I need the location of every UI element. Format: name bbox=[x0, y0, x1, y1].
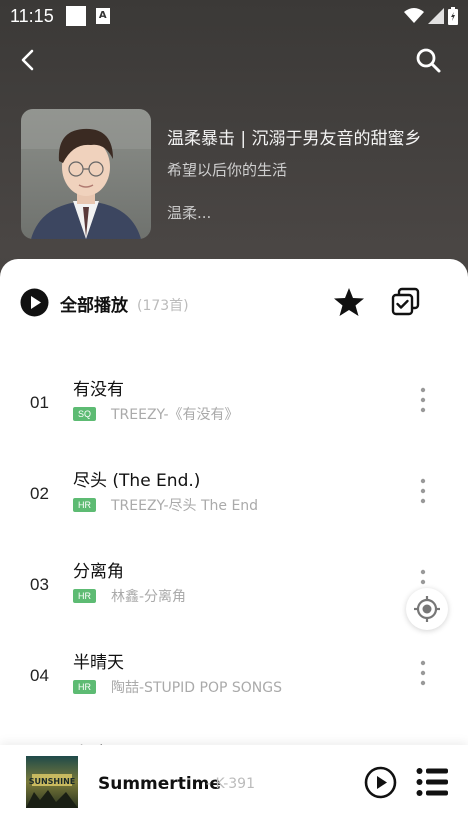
playlist-title: 温柔暴击 | 沉溺于男友音的甜蜜乡 bbox=[167, 129, 422, 149]
a-icon: A bbox=[95, 8, 110, 24]
player-song-title: Summertime bbox=[98, 774, 221, 794]
mini-player[interactable]: SUNSHINE Summertime - K-391 bbox=[0, 745, 468, 832]
battery-icon bbox=[448, 7, 458, 25]
quality-badge: HR bbox=[73, 498, 96, 512]
more-vertical-icon bbox=[420, 660, 426, 686]
search-icon bbox=[416, 48, 441, 73]
player-playlist-button[interactable] bbox=[416, 767, 449, 797]
song-artist: 林鑫-分离角 bbox=[111, 589, 187, 605]
play-icon bbox=[364, 766, 397, 799]
playlist-subtitle[interactable]: 希望以后你的生活 bbox=[167, 159, 457, 180]
play-all-label[interactable]: 全部播放 bbox=[60, 291, 128, 316]
more-vertical-icon bbox=[420, 387, 426, 413]
more-button[interactable] bbox=[413, 476, 433, 506]
song-artist: TREEZY-尽头 The End bbox=[111, 498, 259, 514]
cover-image bbox=[21, 109, 151, 239]
song-title: 半晴天 bbox=[73, 653, 124, 673]
song-number: 02 bbox=[30, 484, 49, 503]
song-number: 04 bbox=[30, 666, 49, 685]
player-cover-art: SUNSHINE bbox=[26, 756, 78, 808]
multiselect-icon bbox=[391, 287, 420, 316]
favorite-button[interactable] bbox=[333, 286, 365, 318]
song-artist: 陶喆-STUPID POP SONGS bbox=[111, 680, 283, 696]
song-count: (173首) bbox=[137, 298, 189, 314]
play-all-row: 全部播放 (173首) bbox=[0, 259, 468, 349]
quality-badge: HR bbox=[73, 680, 96, 694]
back-button[interactable] bbox=[14, 46, 42, 74]
playlist-cover[interactable] bbox=[21, 109, 151, 239]
player-play-button[interactable] bbox=[364, 766, 397, 799]
playlist-author[interactable]: 温柔... bbox=[167, 202, 457, 223]
song-row[interactable]: 03 分离角 HR 林鑫-分离角 bbox=[0, 531, 468, 622]
more-vertical-icon bbox=[420, 478, 426, 504]
square-icon bbox=[65, 6, 86, 26]
play-all-button[interactable] bbox=[20, 288, 49, 317]
multiselect-button[interactable] bbox=[390, 286, 422, 318]
player-cover[interactable]: SUNSHINE bbox=[26, 756, 78, 808]
song-number: 01 bbox=[30, 393, 49, 412]
status-time: 11:15 bbox=[10, 5, 54, 26]
cover-text: SUNSHINE bbox=[29, 777, 76, 786]
wifi-icon bbox=[404, 8, 424, 23]
song-title: 尽头 (The End.) bbox=[73, 471, 201, 491]
star-icon bbox=[334, 288, 364, 316]
top-nav bbox=[0, 40, 468, 80]
song-artist: TREEZY-《有没有》 bbox=[111, 407, 239, 423]
player-artist: - K-391 bbox=[206, 776, 255, 792]
quality-badge: HR bbox=[73, 589, 96, 603]
song-row[interactable]: 01 有没有 SQ TREEZY-《有没有》 bbox=[0, 349, 468, 440]
song-row[interactable]: 04 半晴天 HR 陶喆-STUPID POP SONGS bbox=[0, 622, 468, 713]
more-button[interactable] bbox=[413, 385, 433, 415]
playlist-info: 温柔暴击 | 沉溺于男友音的甜蜜乡 希望以后你的生活 温柔... bbox=[167, 124, 457, 223]
song-title: 分离角 bbox=[73, 562, 124, 582]
search-button[interactable] bbox=[414, 46, 442, 74]
signal-icon bbox=[428, 8, 444, 24]
locate-current-button[interactable] bbox=[406, 588, 448, 630]
more-button[interactable] bbox=[413, 658, 433, 688]
play-circle-icon bbox=[20, 288, 49, 317]
song-number: 03 bbox=[30, 575, 49, 594]
quality-badge: SQ bbox=[73, 407, 97, 421]
playlist-icon bbox=[416, 768, 448, 796]
song-title: 有没有 bbox=[73, 380, 124, 400]
back-arrow-icon bbox=[21, 49, 34, 71]
locate-icon bbox=[414, 596, 440, 622]
song-row[interactable]: 02 尽头 (The End.) HR TREEZY-尽头 The End bbox=[0, 440, 468, 531]
status-bar: 11:15 A bbox=[0, 0, 468, 32]
